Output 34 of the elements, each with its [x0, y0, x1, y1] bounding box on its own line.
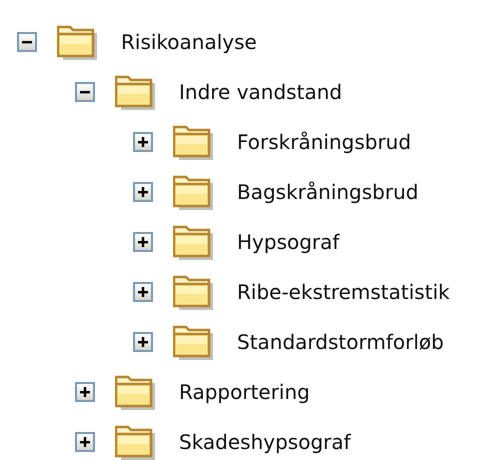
collapse-button[interactable] [17, 32, 37, 52]
tree-item-label[interactable]: Forskråningsbrud [237, 130, 412, 154]
expand-button[interactable] [75, 432, 95, 452]
tree-item-label[interactable]: Risikoanalyse [121, 30, 257, 54]
tree-item-label[interactable]: Ribe-ekstremstatistik [237, 280, 450, 304]
tree-item-label[interactable]: Indre vandstand [179, 80, 342, 104]
folder-icon [173, 124, 215, 160]
plus-icon [137, 136, 149, 148]
expand-button[interactable] [133, 282, 153, 302]
folder-icon [173, 224, 215, 260]
expand-button[interactable] [133, 332, 153, 352]
expand-button[interactable] [133, 132, 153, 152]
collapse-button[interactable] [75, 82, 95, 102]
tree-item-label[interactable]: Skadeshypsograf [179, 430, 351, 454]
plus-icon [137, 286, 149, 298]
expand-button[interactable] [133, 182, 153, 202]
plus-icon [79, 386, 91, 398]
folder-icon [57, 24, 99, 60]
plus-icon [137, 336, 149, 348]
tree-item-label[interactable]: Rapportering [179, 380, 310, 404]
tree-item-label[interactable]: Standardstormforløb [237, 330, 444, 354]
folder-icon [115, 374, 157, 410]
folder-icon [173, 324, 215, 360]
folder-icon [173, 274, 215, 310]
expand-button[interactable] [75, 382, 95, 402]
folder-icon [173, 174, 215, 210]
folder-icon [115, 424, 157, 460]
expand-button[interactable] [133, 232, 153, 252]
tree-item-label[interactable]: Bagskråningsbrud [237, 180, 418, 204]
plus-icon [137, 236, 149, 248]
plus-icon [137, 186, 149, 198]
folder-icon [115, 74, 157, 110]
tree-item-label[interactable]: Hypsograf [237, 230, 340, 254]
plus-icon [79, 436, 91, 448]
